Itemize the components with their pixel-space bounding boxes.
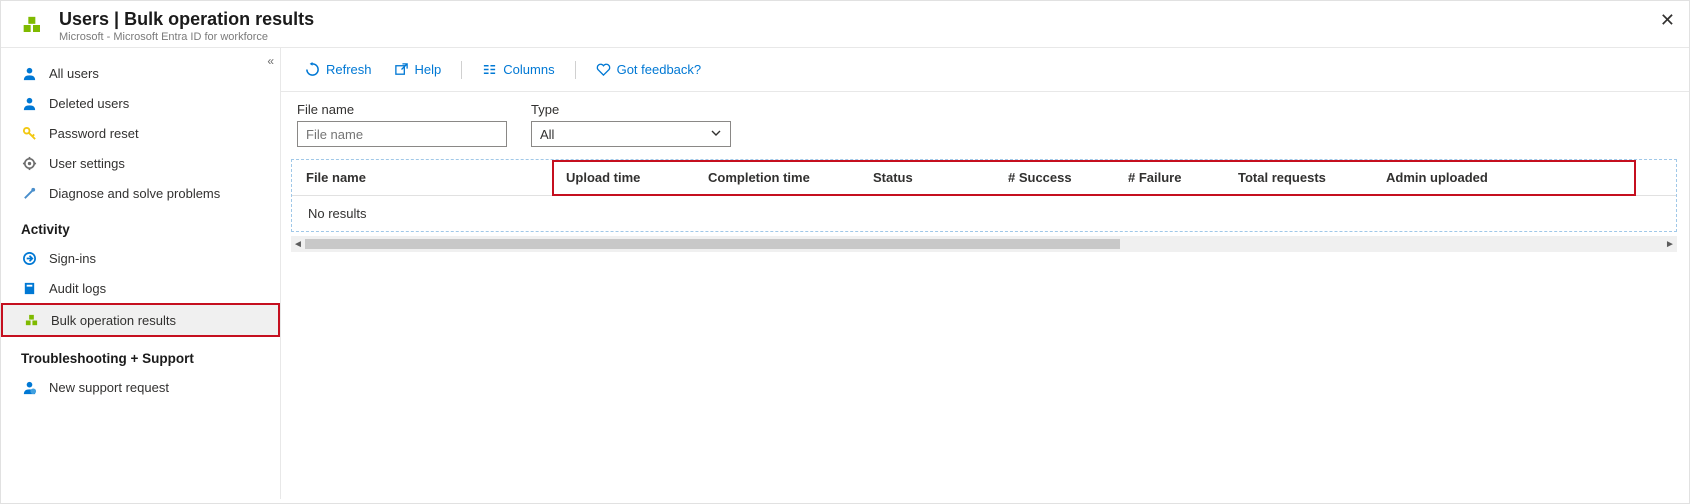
filter-filename: File name xyxy=(297,102,507,147)
column-header-total[interactable]: Total requests xyxy=(1224,170,1372,185)
filter-type: Type All xyxy=(531,102,731,147)
page-header: Users | Bulk operation results Microsoft… xyxy=(1,1,1689,47)
sidebar-item-label: Diagnose and solve problems xyxy=(49,186,220,201)
sidebar-item-label: Audit logs xyxy=(49,281,106,296)
sidebar-heading-activity: Activity xyxy=(1,208,280,243)
sidebar-item-sign-ins[interactable]: Sign-ins xyxy=(1,243,280,273)
feedback-button[interactable]: Got feedback? xyxy=(588,58,710,81)
sign-in-icon xyxy=(21,250,37,266)
sidebar-item-password-reset[interactable]: Password reset xyxy=(1,118,280,148)
page-title: Users | Bulk operation results xyxy=(59,9,314,30)
toolbar-separator xyxy=(461,61,462,79)
refresh-button[interactable]: Refresh xyxy=(297,58,380,81)
button-label: Refresh xyxy=(326,62,372,77)
sidebar-item-user-settings[interactable]: User settings xyxy=(1,148,280,178)
refresh-icon xyxy=(305,62,320,77)
column-header-completion[interactable]: Completion time xyxy=(694,170,859,185)
sidebar-item-deleted-users[interactable]: Deleted users xyxy=(1,88,280,118)
scroll-right-icon[interactable]: ► xyxy=(1663,239,1677,250)
key-icon xyxy=(21,125,37,141)
column-header-status[interactable]: Status xyxy=(859,170,994,185)
no-results-text: No results xyxy=(292,196,1676,231)
sidebar-item-label: Sign-ins xyxy=(49,251,96,266)
book-icon xyxy=(21,280,37,296)
chevron-down-icon xyxy=(710,127,722,142)
filter-row: File name Type All xyxy=(281,92,1689,155)
sidebar-item-label: Deleted users xyxy=(49,96,129,111)
column-header-filename[interactable]: File name xyxy=(292,170,552,185)
body-layout: « All users Deleted users Password reset… xyxy=(1,47,1689,499)
help-button[interactable]: Help xyxy=(386,58,450,81)
user-icon xyxy=(21,65,37,81)
column-header-admin[interactable]: Admin uploaded xyxy=(1372,170,1676,185)
sidebar-item-audit-logs[interactable]: Audit logs xyxy=(1,273,280,303)
scroll-thumb[interactable] xyxy=(305,239,1120,249)
wrench-icon xyxy=(21,185,37,201)
sidebar-item-label: User settings xyxy=(49,156,125,171)
column-header-success[interactable]: # Success xyxy=(994,170,1114,185)
type-select[interactable]: All xyxy=(531,121,731,147)
sidebar-item-diagnose[interactable]: Diagnose and solve problems xyxy=(1,178,280,208)
sidebar: « All users Deleted users Password reset… xyxy=(1,48,281,499)
horizontal-scrollbar[interactable]: ◄ ► xyxy=(291,236,1677,252)
filename-input[interactable] xyxy=(297,121,507,147)
button-label: Help xyxy=(415,62,442,77)
collapse-sidebar-icon[interactable]: « xyxy=(267,54,274,68)
button-label: Got feedback? xyxy=(617,62,702,77)
sidebar-item-label: New support request xyxy=(49,380,169,395)
toolbar: Refresh Help Columns Got feedback? xyxy=(281,48,1689,92)
columns-button[interactable]: Columns xyxy=(474,58,562,81)
filter-label: Type xyxy=(531,102,731,117)
page-subtitle: Microsoft - Microsoft Entra ID for workf… xyxy=(59,31,314,43)
select-value: All xyxy=(540,127,554,142)
sidebar-item-label: Bulk operation results xyxy=(51,313,176,328)
main-content: Refresh Help Columns Got feedback? File … xyxy=(281,48,1689,499)
button-label: Columns xyxy=(503,62,554,77)
scroll-track[interactable] xyxy=(305,236,1663,252)
heart-icon xyxy=(596,62,611,77)
sidebar-item-support-request[interactable]: New support request xyxy=(1,372,280,402)
column-header-upload[interactable]: Upload time xyxy=(552,170,694,185)
sidebar-item-label: All users xyxy=(49,66,99,81)
external-link-icon xyxy=(394,62,409,77)
gear-icon xyxy=(21,155,37,171)
service-icon xyxy=(19,11,47,39)
header-text-block: Users | Bulk operation results Microsoft… xyxy=(59,9,314,43)
sidebar-item-all-users[interactable]: All users xyxy=(1,58,280,88)
scroll-left-icon[interactable]: ◄ xyxy=(291,239,305,250)
results-table: File name Upload time Completion time St… xyxy=(291,159,1677,232)
close-icon[interactable]: ✕ xyxy=(1660,11,1675,29)
sidebar-item-label: Password reset xyxy=(49,126,139,141)
cubes-icon xyxy=(23,312,39,328)
table-header-row: File name Upload time Completion time St… xyxy=(292,160,1676,196)
user-icon xyxy=(21,95,37,111)
sidebar-heading-troubleshoot: Troubleshooting + Support xyxy=(1,337,280,372)
columns-icon xyxy=(482,62,497,77)
toolbar-separator xyxy=(575,61,576,79)
support-icon xyxy=(21,379,37,395)
filter-label: File name xyxy=(297,102,507,117)
column-header-failure[interactable]: # Failure xyxy=(1114,170,1224,185)
sidebar-item-bulk-results[interactable]: Bulk operation results xyxy=(1,303,280,337)
